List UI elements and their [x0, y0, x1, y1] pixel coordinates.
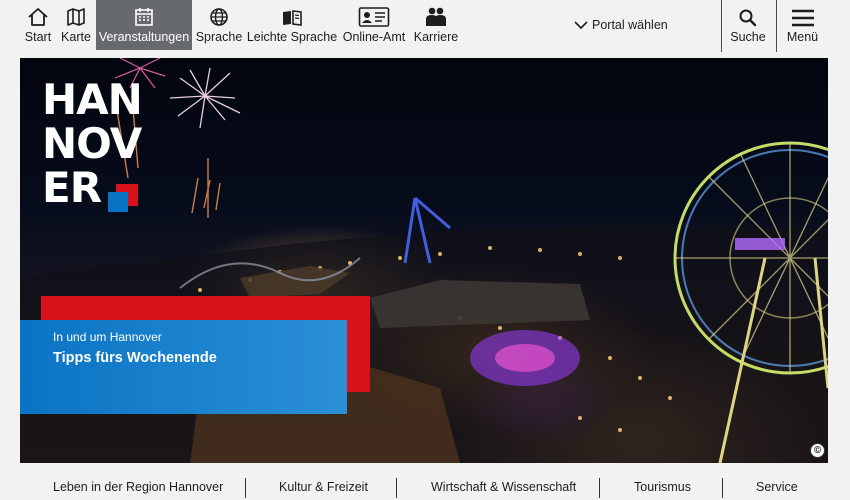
portal-select[interactable]: Portal wählen — [574, 16, 668, 34]
divider — [722, 478, 723, 498]
nav-item-karte[interactable]: Karte — [58, 0, 94, 50]
hamburger-icon — [791, 0, 815, 30]
chevron-down-icon — [574, 21, 588, 30]
caption-title[interactable]: Tipps fürs Wochenende — [53, 347, 217, 369]
calendar-icon — [133, 0, 155, 30]
search-icon — [738, 0, 758, 30]
divider — [245, 478, 246, 498]
nav-item-sprache[interactable]: Sprache — [196, 0, 242, 50]
caption-text[interactable]: In und um Hannover Tipps fürs Wochenende — [53, 329, 217, 369]
nav-item-leichte-sprache[interactable]: Leichte Sprache — [246, 0, 338, 50]
hero-banner[interactable]: HAN NOV ER In und um Hannover Tipps fürs… — [20, 58, 828, 463]
nav-item-label: Online-Amt — [342, 30, 406, 44]
nav-item-karriere[interactable]: Karriere — [413, 0, 459, 50]
logo-line: HAN — [42, 75, 143, 124]
search-label: Suche — [730, 30, 766, 44]
category-link-service[interactable]: Service — [756, 480, 798, 494]
book-icon — [281, 0, 303, 30]
caption-kicker: In und um Hannover — [53, 330, 162, 344]
portal-label: Portal wählen — [592, 18, 668, 32]
globe-icon — [208, 0, 230, 30]
nav-item-veranstaltungen[interactable]: Veranstaltungen — [96, 0, 192, 50]
menu-button[interactable]: Menü — [777, 0, 828, 50]
logo-square-icon — [108, 184, 138, 212]
menu-label: Menü — [786, 30, 819, 44]
divider — [396, 478, 397, 498]
category-link-tourismus[interactable]: Tourismus — [634, 480, 691, 494]
category-link-wirtschaft[interactable]: Wirtschaft & Wissenschaft — [431, 480, 576, 494]
home-icon — [27, 0, 49, 30]
nav-item-label: Karte — [61, 30, 91, 44]
nav-item-start[interactable]: Start — [19, 0, 57, 50]
nav-item-online-amt[interactable]: Online-Amt — [343, 0, 405, 50]
map-icon — [65, 0, 87, 30]
logo-line: NOV — [42, 119, 142, 168]
category-link-leben[interactable]: Leben in der Region Hannover — [53, 480, 223, 494]
people-icon — [424, 0, 448, 30]
nav-item-label: Sprache — [195, 30, 243, 44]
top-navigation: Start Karte Veranstaltungen Sprache Leic… — [19, 0, 828, 52]
copyright-icon[interactable]: © — [810, 443, 825, 458]
category-link-kultur[interactable]: Kultur & Freizeit — [279, 480, 368, 494]
divider — [599, 478, 600, 498]
category-navigation: Leben in der Region Hannover Kultur & Fr… — [20, 470, 828, 500]
nav-item-label: Start — [24, 30, 52, 44]
hannover-logo: HAN NOV ER — [42, 75, 143, 212]
nav-item-label: Veranstaltungen — [98, 30, 190, 44]
nav-item-label: Karriere — [413, 30, 459, 44]
id-card-icon — [358, 0, 390, 30]
search-button[interactable]: Suche — [722, 0, 774, 50]
nav-item-label: Leichte Sprache — [246, 30, 338, 44]
